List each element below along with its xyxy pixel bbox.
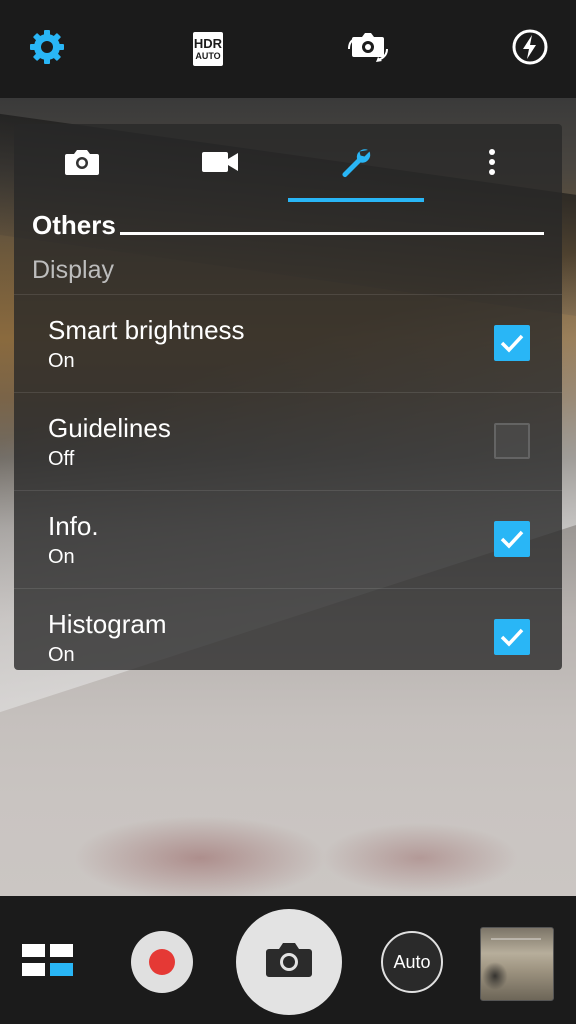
histogram-checkbox[interactable] bbox=[494, 619, 530, 655]
record-button[interactable] bbox=[131, 931, 193, 993]
checkmark-icon bbox=[500, 530, 524, 549]
settings-button[interactable] bbox=[24, 26, 70, 72]
setting-title: Smart brightness bbox=[48, 315, 245, 345]
more-options-button[interactable] bbox=[462, 142, 522, 186]
setting-value: On bbox=[48, 350, 75, 372]
mode-grid-icon[interactable] bbox=[22, 944, 74, 978]
section-title: Others bbox=[32, 210, 116, 240]
checkmark-icon bbox=[500, 334, 524, 353]
settings-list: Smart brightness On Guidelines Off Info.… bbox=[14, 294, 562, 670]
flash-auto-icon bbox=[510, 27, 550, 72]
flash-button[interactable] bbox=[507, 26, 553, 72]
grid-cell bbox=[22, 944, 45, 957]
setting-value: On bbox=[48, 546, 75, 568]
settings-tabs bbox=[14, 124, 562, 204]
bottom-bar: Auto bbox=[0, 896, 576, 1024]
setting-value: On bbox=[48, 644, 75, 666]
record-icon bbox=[149, 949, 175, 975]
hdr-label: HDR bbox=[193, 36, 223, 51]
grid-cell bbox=[22, 963, 45, 976]
more-vert-icon bbox=[488, 148, 496, 181]
hdr-auto-label: AUTO bbox=[195, 51, 221, 61]
top-bar: HDR AUTO bbox=[0, 0, 576, 98]
setting-title: Histogram bbox=[48, 609, 167, 639]
camera-icon bbox=[63, 147, 101, 182]
grid-cell bbox=[50, 944, 73, 957]
video-icon bbox=[200, 149, 240, 180]
switch-camera-icon bbox=[345, 27, 391, 72]
hdr-auto-icon: HDR AUTO bbox=[193, 32, 223, 66]
active-tab-indicator bbox=[288, 198, 424, 202]
tab-other-settings[interactable] bbox=[326, 142, 386, 186]
hdr-auto-button[interactable]: HDR AUTO bbox=[185, 26, 231, 72]
info-checkbox[interactable] bbox=[494, 521, 530, 557]
setting-row-guidelines[interactable]: Guidelines Off bbox=[14, 392, 562, 490]
tab-video-settings[interactable] bbox=[190, 142, 250, 186]
setting-row-smart-brightness[interactable]: Smart brightness On bbox=[14, 294, 562, 392]
setting-row-info[interactable]: Info. On bbox=[14, 490, 562, 588]
setting-title: Info. bbox=[48, 511, 99, 541]
gallery-thumbnail[interactable] bbox=[480, 927, 554, 1001]
setting-value: Off bbox=[48, 448, 75, 470]
shutter-button[interactable] bbox=[236, 909, 342, 1015]
camera-shutter-icon bbox=[263, 940, 315, 985]
grid-cell-active bbox=[50, 963, 73, 976]
section-divider bbox=[120, 232, 544, 235]
settings-panel: Others Display Smart brightness On Guide… bbox=[14, 124, 562, 670]
smart-brightness-checkbox[interactable] bbox=[494, 325, 530, 361]
display-subheader: Display bbox=[32, 256, 114, 284]
auto-mode-button[interactable]: Auto bbox=[381, 931, 443, 993]
wrench-icon bbox=[338, 144, 374, 185]
setting-title: Guidelines bbox=[48, 413, 171, 443]
guidelines-checkbox[interactable] bbox=[494, 423, 530, 459]
checkmark-icon bbox=[500, 628, 524, 647]
setting-row-histogram[interactable]: Histogram On bbox=[14, 588, 562, 670]
gear-icon bbox=[27, 27, 67, 72]
switch-camera-button[interactable] bbox=[345, 26, 391, 72]
tab-photo-settings[interactable] bbox=[52, 142, 112, 186]
